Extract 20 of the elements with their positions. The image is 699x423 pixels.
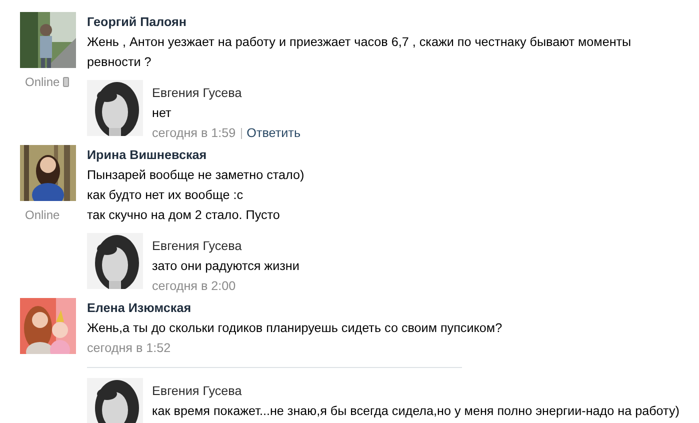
- timestamp: сегодня в 2:00: [152, 278, 236, 295]
- author-name[interactable]: Евгения Гусева: [152, 83, 647, 103]
- comment-text: Жень,а ты до скольки годиков планируешь сидеть со своим пупсиком?: [87, 320, 504, 337]
- online-status: Online: [25, 208, 60, 222]
- author-name[interactable]: Георгий Палоян: [87, 12, 647, 32]
- author-name[interactable]: Елена Изюмская: [87, 298, 647, 318]
- comment-text: нет: [152, 105, 172, 122]
- comment-text: как время покажет...не знаю,я бы всегда сидела,но у меня полно энергии-надо на работу): [152, 403, 680, 420]
- comment-text: как будто нет их вообще :с: [87, 187, 244, 204]
- comment-text: так скучно на дом 2 стало. Пусто: [87, 207, 281, 224]
- timestamp: сегодня в 1:52: [87, 340, 171, 357]
- comment-text: Пынзарей вообще не заметно стало): [87, 167, 306, 184]
- author-name[interactable]: Ирина Вишневская: [87, 145, 647, 165]
- comment-text: Жень , Антон уезжает на работу и приезжает часов 6,7 , скажи по честнаку бывают моменты ревности ?: [87, 34, 632, 71]
- timestamp: сегодня в 1:59: [152, 125, 236, 142]
- reply-link[interactable]: Ответить: [246, 123, 301, 143]
- author-name[interactable]: Евгения Гусева: [152, 381, 680, 401]
- online-status: Online: [25, 75, 60, 89]
- comment-text: зато они радуются жизни: [152, 258, 300, 275]
- author-name[interactable]: Евгения Гусева: [152, 236, 647, 256]
